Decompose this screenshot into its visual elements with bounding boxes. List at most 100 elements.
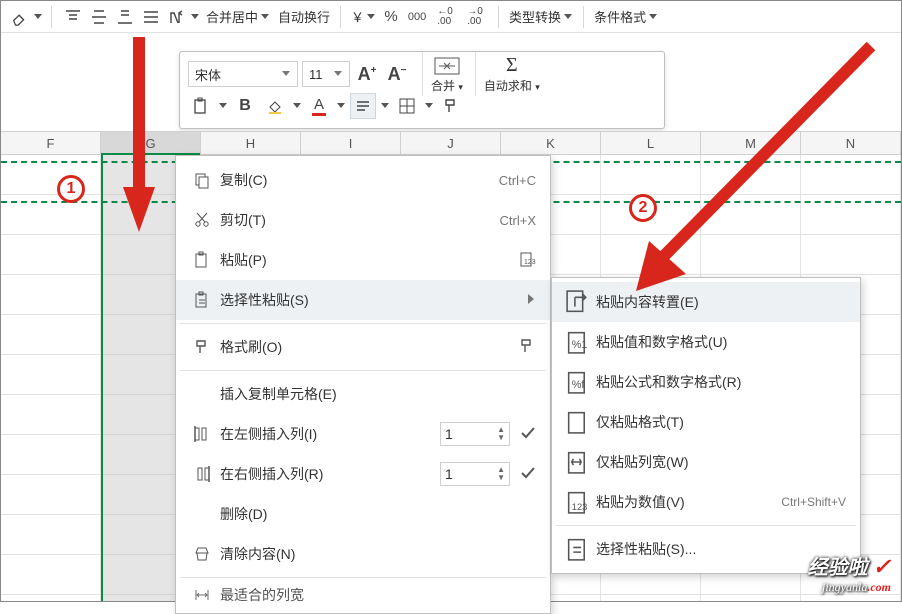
submenu-formula-format[interactable]: %f 粘贴公式和数字格式(R) bbox=[552, 362, 860, 402]
paste-special-submenu: 粘贴内容转置(E) %1 粘贴值和数字格式(U) %f 粘贴公式和数字格式(R)… bbox=[551, 277, 861, 574]
submenu-col-width[interactable]: 仅粘贴列宽(W) bbox=[552, 442, 860, 482]
mini-toolbar: 宋体 11 A+ A− 合并 ▾ Σ 自动求和 ▾ B A bbox=[179, 51, 665, 129]
align-middle-icon[interactable] bbox=[86, 4, 112, 30]
svg-text:123: 123 bbox=[572, 502, 588, 512]
increase-decimal-icon[interactable]: →0.00 bbox=[460, 4, 490, 30]
orientation-icon[interactable] bbox=[164, 4, 190, 30]
annotation-circle-1: 1 bbox=[57, 175, 85, 203]
shrink-font-icon[interactable]: A− bbox=[384, 61, 410, 87]
chevron-down-icon[interactable] bbox=[424, 103, 434, 109]
menu-label: 复制(C) bbox=[216, 170, 460, 190]
submenu-as-value[interactable]: 123 粘贴为数值(V) Ctrl+Shift+V bbox=[552, 482, 860, 522]
chevron-down-icon[interactable] bbox=[218, 103, 228, 109]
paste-special-icon bbox=[188, 291, 216, 309]
grow-font-icon[interactable]: A+ bbox=[354, 61, 380, 87]
svg-text:123: 123 bbox=[524, 259, 536, 266]
menu-delete[interactable]: 删除(D) bbox=[176, 494, 550, 534]
menu-format-painter[interactable]: 格式刷(O) bbox=[176, 327, 550, 367]
menu-copy[interactable]: 复制(C) Ctrl+C bbox=[176, 160, 550, 200]
ribbon: 合并居中 自动换行 ￥ % 000 ←0.00 →0.00 类型转换 条件格式 bbox=[1, 1, 901, 33]
watermark: 经验啦 ✓ jingyanla.com bbox=[808, 551, 891, 595]
submenu-label: 粘贴为数值(V) bbox=[592, 492, 781, 512]
paste-icon[interactable] bbox=[188, 93, 214, 119]
values-format-icon: %1 bbox=[564, 328, 592, 356]
formula-format-icon: %f bbox=[564, 368, 592, 396]
paste-values-icon: 123 bbox=[518, 250, 536, 271]
svg-text:%1: %1 bbox=[572, 339, 588, 351]
col-header[interactable]: H bbox=[201, 132, 301, 154]
decrease-decimal-icon[interactable]: ←0.00 bbox=[430, 4, 460, 30]
conditional-format-button[interactable]: 条件格式 bbox=[592, 7, 660, 26]
submenu-label: 粘贴值和数字格式(U) bbox=[592, 332, 846, 352]
format-painter-icon[interactable] bbox=[438, 93, 464, 119]
chevron-down-icon[interactable] bbox=[190, 14, 200, 20]
menu-clear[interactable]: 清除内容(N) bbox=[176, 534, 550, 574]
format-painter-icon bbox=[188, 338, 216, 356]
as-value-icon: 123 bbox=[564, 488, 592, 516]
chevron-down-icon[interactable] bbox=[292, 103, 302, 109]
transpose-icon bbox=[564, 288, 592, 316]
svg-text:%f: %f bbox=[572, 379, 586, 391]
font-size-combo[interactable]: 11 bbox=[302, 61, 350, 87]
justify-icon[interactable] bbox=[138, 4, 164, 30]
borders-icon[interactable] bbox=[394, 93, 420, 119]
chevron-down-icon[interactable] bbox=[380, 103, 390, 109]
menu-label: 在右侧插入列(R) bbox=[216, 464, 440, 484]
chevron-right-icon bbox=[518, 292, 536, 308]
menu-label: 在左侧插入列(I) bbox=[216, 424, 440, 444]
bold-icon[interactable]: B bbox=[232, 93, 258, 119]
submenu-format-only[interactable]: 仅粘贴格式(T) bbox=[552, 402, 860, 442]
menu-cut[interactable]: 剪切(T) Ctrl+X bbox=[176, 200, 550, 240]
menu-insert-right[interactable]: 在右侧插入列(R) 1▲▼ bbox=[176, 454, 550, 494]
merge-center-button[interactable]: 合并居中 bbox=[204, 7, 272, 26]
insert-left-icon bbox=[188, 425, 216, 443]
insert-left-count[interactable]: 1▲▼ bbox=[440, 422, 514, 446]
font-size-value: 11 bbox=[309, 67, 323, 82]
menu-label: 删除(D) bbox=[216, 504, 536, 524]
check-icon[interactable] bbox=[514, 426, 536, 443]
font-color-icon[interactable]: A bbox=[306, 93, 332, 119]
annotation-arrow-1 bbox=[119, 37, 159, 237]
menu-label: 粘贴(P) bbox=[216, 250, 518, 270]
shortcut-text: Ctrl+C bbox=[460, 173, 536, 188]
eraser-icon[interactable] bbox=[7, 4, 33, 30]
comma-style-icon[interactable]: 000 bbox=[404, 4, 430, 30]
menu-insert-copied[interactable]: 插入复制单元格(E) bbox=[176, 374, 550, 414]
menu-label: 最适合的列宽 bbox=[216, 585, 536, 605]
annotation-arrow-2 bbox=[621, 41, 881, 301]
menu-paste-special[interactable]: 选择性粘贴(S) bbox=[176, 280, 550, 320]
font-name-combo[interactable]: 宋体 bbox=[188, 61, 298, 87]
submenu-label: 粘贴公式和数字格式(R) bbox=[592, 372, 846, 392]
font-name-value: 宋体 bbox=[195, 65, 221, 84]
align-icon[interactable] bbox=[350, 93, 376, 119]
menu-label: 插入复制单元格(E) bbox=[216, 384, 536, 404]
insert-right-count[interactable]: 1▲▼ bbox=[440, 462, 514, 486]
align-top-icon[interactable] bbox=[60, 4, 86, 30]
copy-icon bbox=[188, 171, 216, 189]
check-icon[interactable] bbox=[514, 466, 536, 483]
chevron-down-icon[interactable] bbox=[33, 14, 43, 20]
percent-icon[interactable]: % bbox=[378, 4, 404, 30]
chevron-down-icon[interactable] bbox=[336, 103, 346, 109]
cut-icon bbox=[188, 211, 216, 229]
col-header[interactable]: K bbox=[501, 132, 601, 154]
align-bottom-icon[interactable] bbox=[112, 4, 138, 30]
menu-col-width[interactable]: 最适合的列宽 bbox=[176, 581, 550, 609]
type-convert-button[interactable]: 类型转换 bbox=[507, 7, 575, 26]
menu-insert-left[interactable]: 在左侧插入列(I) 1▲▼ bbox=[176, 414, 550, 454]
paste-icon bbox=[188, 251, 216, 269]
wrap-text-button[interactable]: 自动换行 bbox=[276, 7, 332, 26]
col-header[interactable]: I bbox=[301, 132, 401, 154]
paste-special-icon bbox=[564, 535, 592, 563]
autosum-button[interactable]: Σ 自动求和 ▾ bbox=[484, 55, 540, 94]
submenu-label: 仅粘贴列宽(W) bbox=[592, 452, 846, 472]
col-header[interactable]: F bbox=[1, 132, 101, 154]
menu-label: 格式刷(O) bbox=[216, 337, 518, 357]
submenu-values-format[interactable]: %1 粘贴值和数字格式(U) bbox=[552, 322, 860, 362]
col-width-icon bbox=[188, 586, 216, 604]
currency-icon[interactable]: ￥ bbox=[349, 7, 378, 26]
fill-color-icon[interactable] bbox=[262, 93, 288, 119]
merge-button[interactable]: 合并 ▾ bbox=[431, 55, 463, 94]
menu-paste[interactable]: 粘贴(P) 123 bbox=[176, 240, 550, 280]
col-header[interactable]: J bbox=[401, 132, 501, 154]
